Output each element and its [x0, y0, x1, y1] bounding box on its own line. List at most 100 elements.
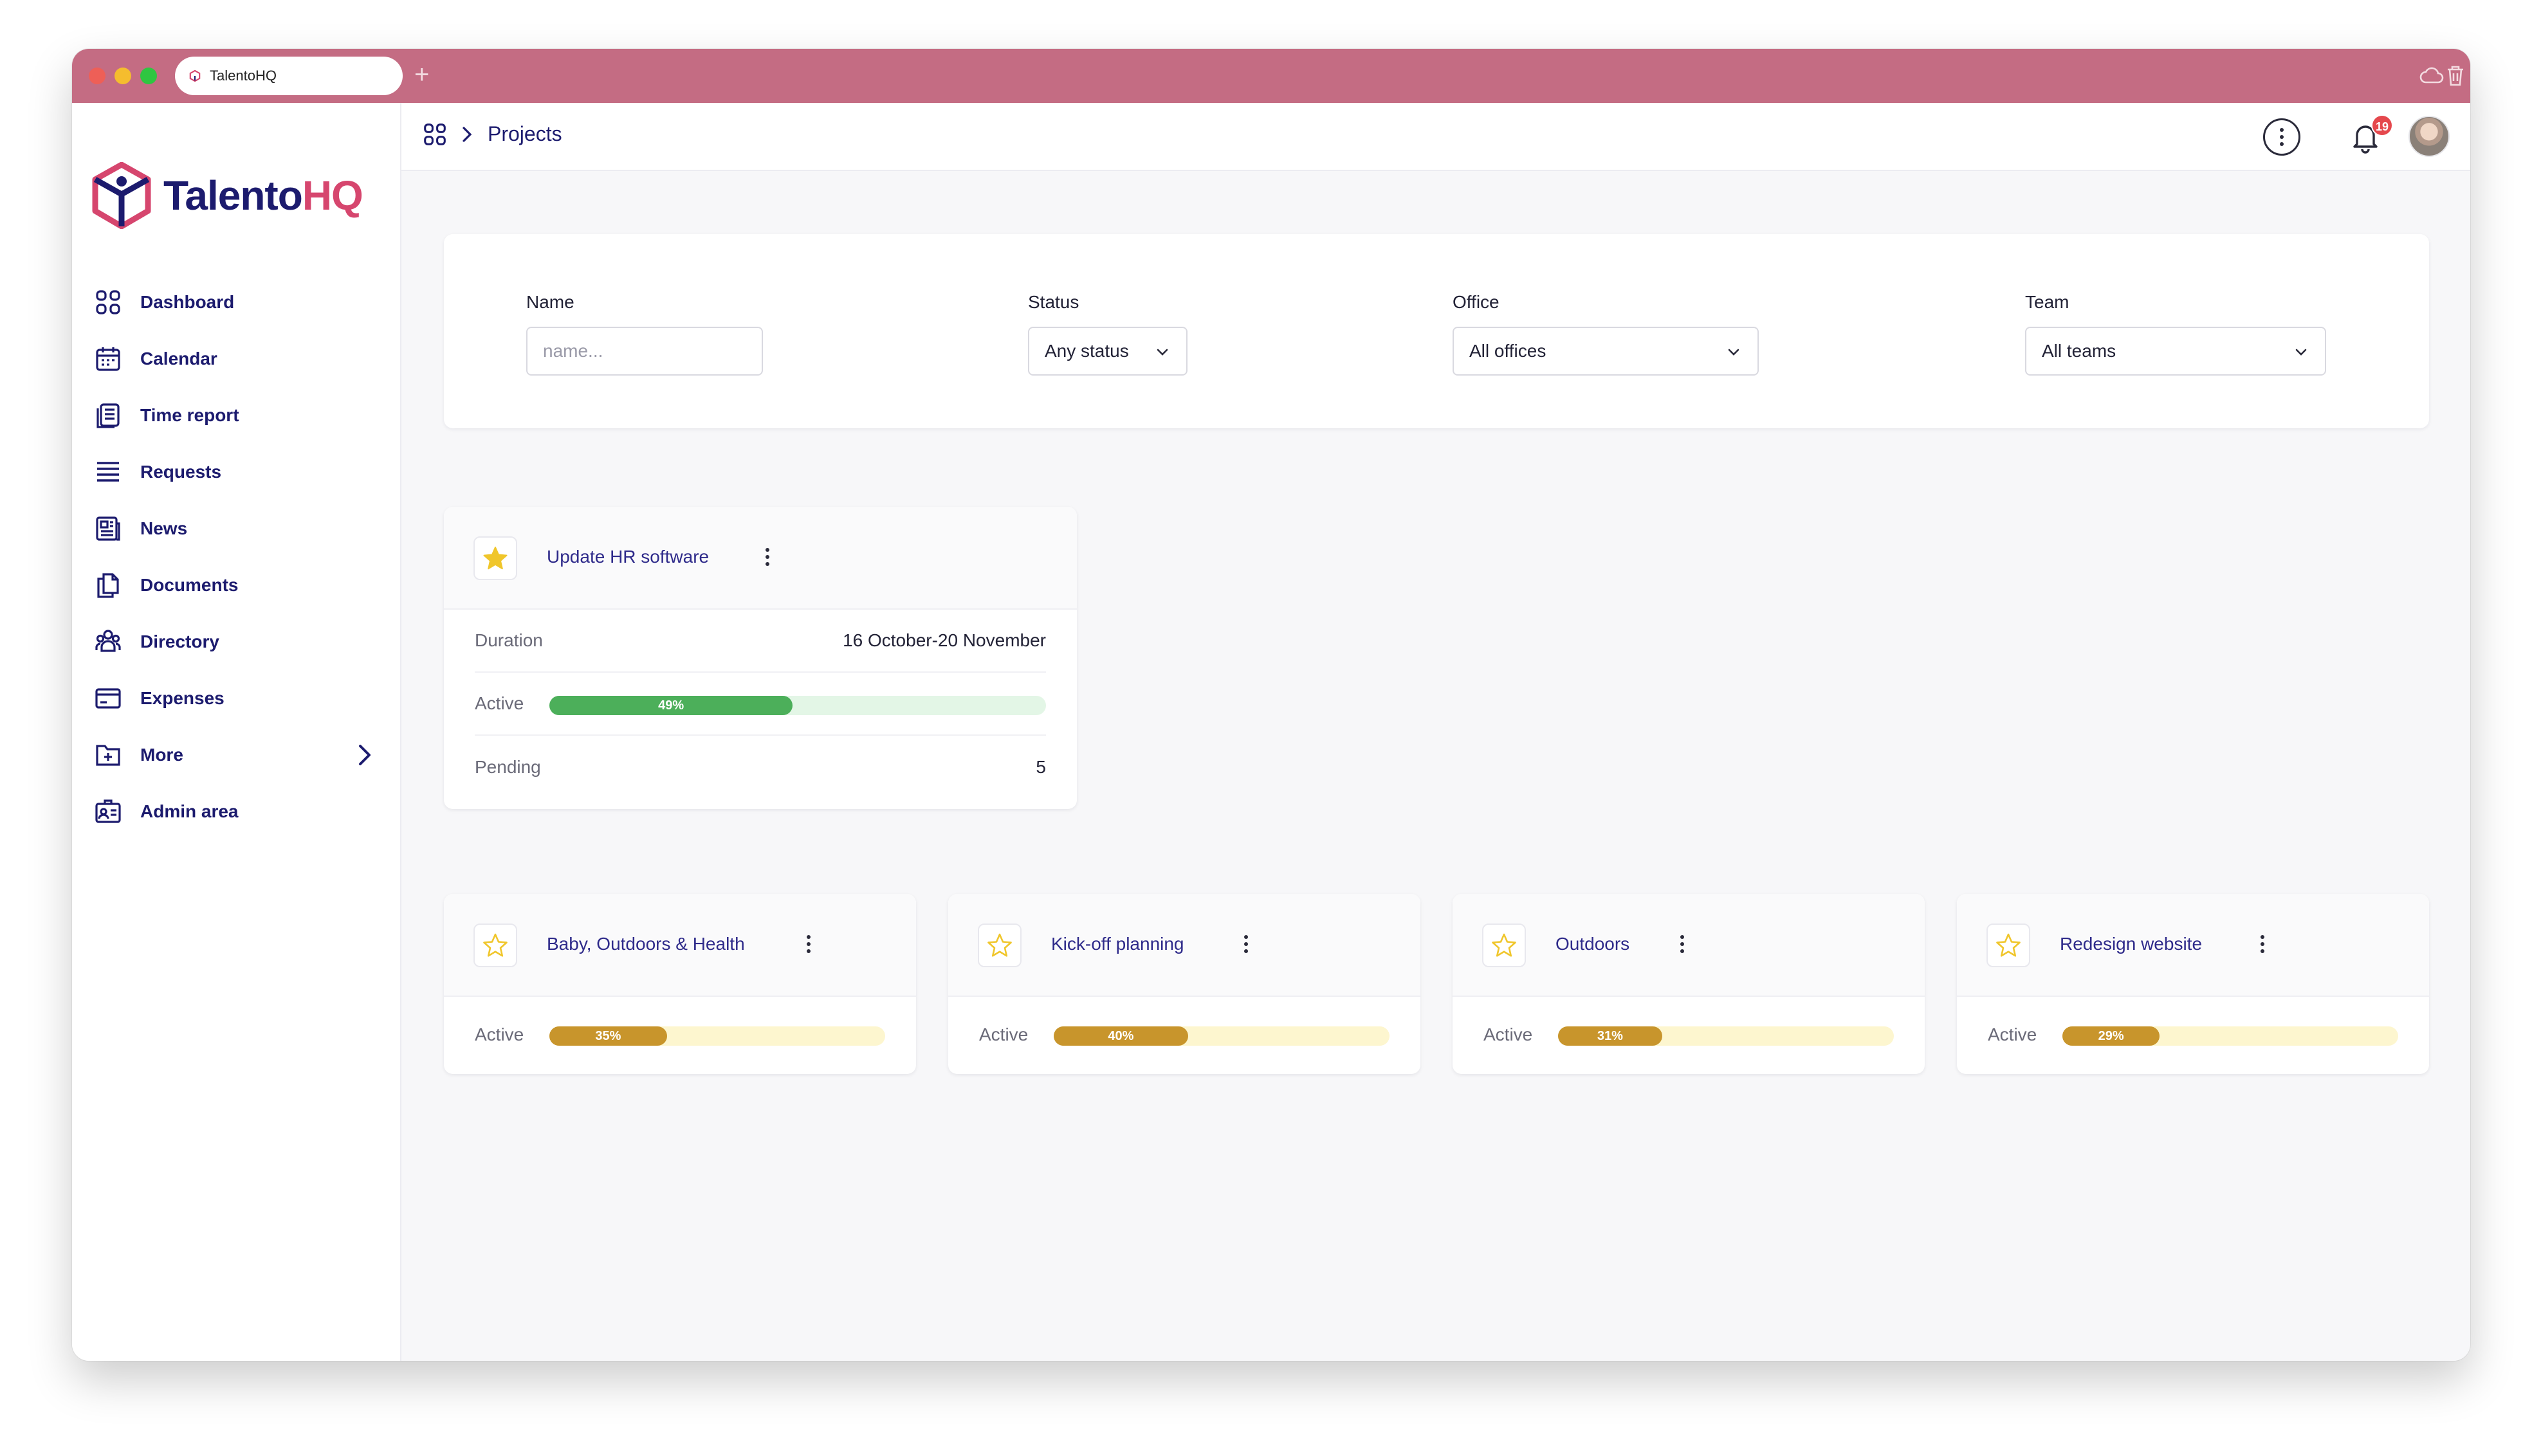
- sidebar-item-dashboard[interactable]: Dashboard: [94, 274, 377, 331]
- favorite-toggle[interactable]: [978, 924, 1022, 967]
- chevron-right-icon: [463, 126, 472, 142]
- close-window-button[interactable]: [89, 68, 105, 84]
- folder-plus-icon: [94, 741, 122, 769]
- active-label: Active: [475, 1024, 524, 1044]
- project-title[interactable]: Update HR software: [547, 547, 709, 567]
- credit-card-icon: [94, 684, 122, 713]
- project-menu-button[interactable]: [807, 935, 811, 953]
- sidebar-item-directory[interactable]: Directory: [94, 614, 377, 670]
- new-tab-button[interactable]: +: [414, 59, 429, 90]
- grid-icon[interactable]: [423, 123, 446, 146]
- progress-track: 29%: [2062, 1026, 2398, 1046]
- zoom-window-button[interactable]: [140, 68, 157, 84]
- project-card[interactable]: Baby, Outdoors & Health Active 35%: [444, 894, 916, 1074]
- browser-titlebar: TalentoHQ +: [72, 49, 2470, 103]
- progress-fill: 29%: [2062, 1026, 2160, 1046]
- grid-icon: [94, 288, 122, 316]
- team-select[interactable]: All teams: [2025, 327, 2326, 376]
- project-card[interactable]: Redesign website Active 29%: [1957, 894, 2429, 1074]
- trash-icon[interactable]: [2445, 64, 2466, 87]
- sidebar-item-documents[interactable]: Documents: [94, 557, 377, 614]
- progress-fill: 49%: [549, 696, 793, 715]
- duration-row: Duration 16 October-20 November: [475, 610, 1046, 673]
- pending-value: 5: [1036, 757, 1046, 777]
- project-title[interactable]: Kick-off planning: [1051, 934, 1184, 954]
- sidebar: TalentoHQ Dashboard Calendar Time report: [72, 103, 401, 1361]
- sidebar-item-more[interactable]: More: [94, 727, 377, 783]
- favorite-toggle[interactable]: [1482, 924, 1526, 967]
- project-menu-button[interactable]: [1244, 935, 1248, 953]
- active-progress-row: Active 40%: [979, 1003, 1390, 1066]
- project-title[interactable]: Redesign website: [2060, 934, 2202, 954]
- sidebar-item-requests[interactable]: Requests: [94, 444, 377, 500]
- project-card-header: Kick-off planning: [948, 894, 1420, 997]
- progress-fill: 31%: [1558, 1026, 1662, 1046]
- list-icon: [94, 458, 122, 486]
- featured-project-card[interactable]: Update HR software Duration 16 October-2…: [444, 507, 1077, 809]
- project-menu-button[interactable]: [766, 548, 769, 566]
- sidebar-item-news[interactable]: News: [94, 500, 377, 557]
- star-outline-icon: [483, 933, 508, 957]
- cloud-icon[interactable]: [2419, 64, 2445, 87]
- people-icon: [94, 628, 122, 656]
- status-select-value: Any status: [1045, 341, 1129, 361]
- project-title[interactable]: Outdoors: [1555, 934, 1629, 954]
- star-outline-icon: [987, 933, 1012, 957]
- chevron-right-icon[interactable]: [351, 742, 377, 768]
- project-card-header: Redesign website: [1957, 894, 2429, 997]
- avatar[interactable]: [2408, 116, 2450, 157]
- project-card-header: Update HR software: [444, 507, 1077, 610]
- project-card[interactable]: Outdoors Active 31%: [1453, 894, 1925, 1074]
- pending-row: Pending 5: [475, 736, 1046, 799]
- chevron-down-icon: [2295, 349, 2307, 356]
- app-name: TalentoHQ: [163, 172, 363, 219]
- sidebar-item-expenses[interactable]: Expenses: [94, 670, 377, 727]
- office-filter-label: Office: [1453, 292, 1500, 312]
- sidebar-item-admin-area[interactable]: Admin area: [94, 783, 377, 840]
- notification-count-badge: 19: [2371, 114, 2393, 136]
- breadcrumb: Projects: [423, 122, 562, 146]
- app-logo[interactable]: TalentoHQ: [91, 162, 363, 229]
- favorite-toggle[interactable]: [473, 924, 517, 967]
- sidebar-item-label: Admin area: [140, 801, 239, 821]
- calendar-icon: [94, 345, 122, 373]
- active-progress-row: Active 35%: [475, 1003, 885, 1066]
- sidebar-item-label: Directory: [140, 632, 219, 651]
- project-menu-button[interactable]: [1680, 935, 1684, 953]
- chevron-down-icon: [1157, 349, 1168, 356]
- progress-fill: 40%: [1054, 1026, 1188, 1046]
- pending-label: Pending: [475, 757, 541, 777]
- sidebar-item-calendar[interactable]: Calendar: [94, 331, 377, 387]
- star-outline-icon: [1492, 933, 1516, 957]
- duration-value: 16 October-20 November: [843, 630, 1046, 650]
- favorite-toggle[interactable]: [1986, 924, 2030, 967]
- star-filled-icon: [483, 547, 508, 570]
- office-select[interactable]: All offices: [1453, 327, 1759, 376]
- favorite-toggle[interactable]: [473, 536, 517, 580]
- sidebar-item-label: More: [140, 745, 183, 765]
- project-title[interactable]: Baby, Outdoors & Health: [547, 934, 745, 954]
- progress-fill: 35%: [549, 1026, 667, 1046]
- team-select-value: All teams: [2042, 341, 2116, 361]
- browser-tab-title: TalentoHQ: [210, 68, 277, 84]
- minimize-window-button[interactable]: [115, 68, 131, 84]
- sidebar-item-label: Requests: [140, 462, 222, 482]
- browser-tab[interactable]: TalentoHQ: [175, 57, 403, 95]
- sidebar-item-time-report[interactable]: Time report: [94, 387, 377, 444]
- name-search-input[interactable]: name...: [526, 327, 763, 376]
- sidebar-item-label: Calendar: [140, 349, 217, 369]
- filter-panel: Name name... Status Any status Office Al…: [444, 234, 2429, 428]
- project-card[interactable]: Kick-off planning Active 40%: [948, 894, 1420, 1074]
- name-filter-label: Name: [526, 292, 574, 312]
- active-label: Active: [1988, 1024, 2037, 1044]
- status-select[interactable]: Any status: [1028, 327, 1188, 376]
- sidebar-item-label: Documents: [140, 575, 239, 595]
- browser-window: TalentoHQ + TalentoHQ Dashboard Calendar…: [72, 49, 2470, 1361]
- more-options-button[interactable]: [2263, 118, 2300, 156]
- project-card-header: Outdoors: [1453, 894, 1925, 997]
- project-menu-button[interactable]: [2261, 935, 2264, 953]
- duration-label: Duration: [475, 630, 543, 650]
- clipboard-icon: [94, 401, 122, 430]
- sidebar-nav: Dashboard Calendar Time report Requests: [94, 274, 377, 840]
- id-card-icon: [94, 797, 122, 826]
